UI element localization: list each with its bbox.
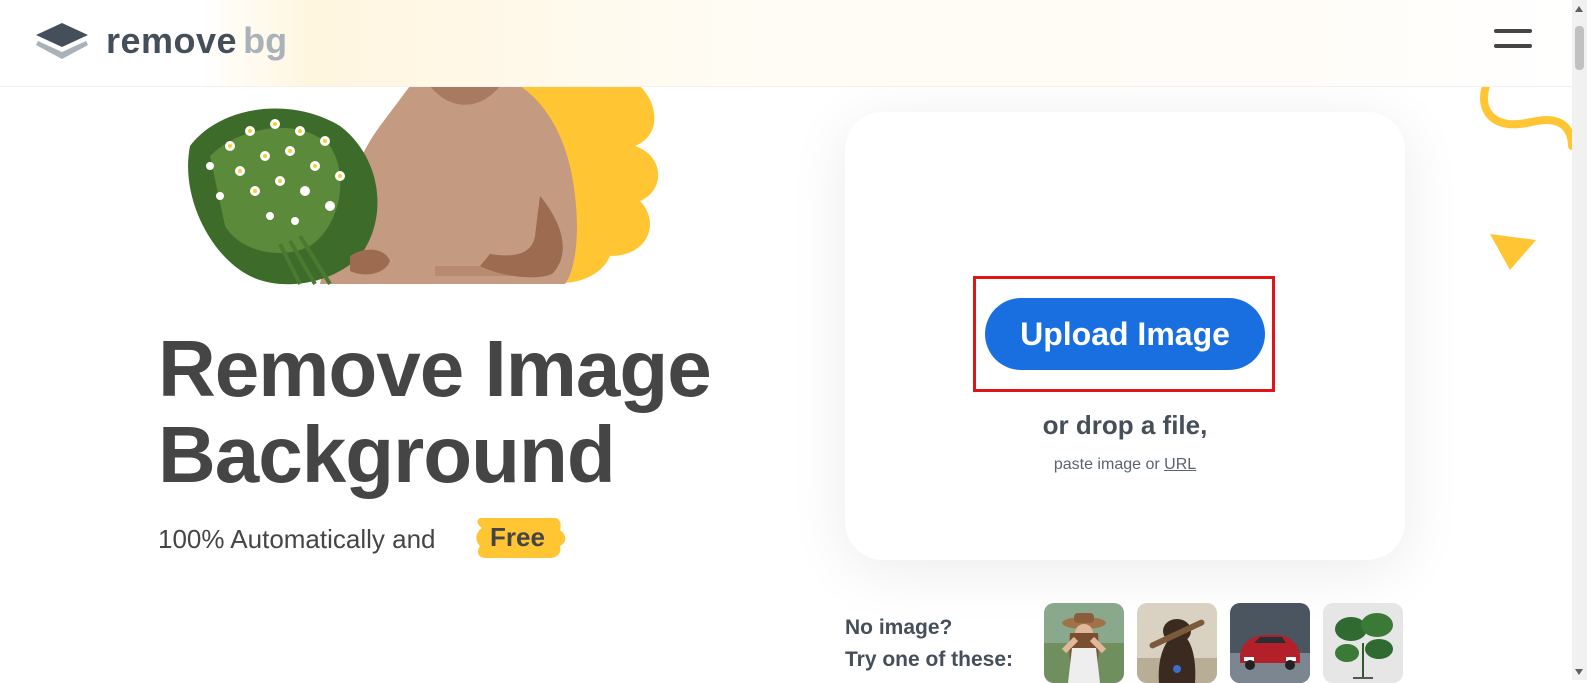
hero-headline: Remove Image Background — [158, 324, 712, 499]
url-link[interactable]: URL — [1164, 456, 1196, 473]
headline-line-2: Background — [158, 410, 616, 499]
sample-thumbnail-plant[interactable] — [1323, 603, 1403, 683]
samples-label: No image? Try one of these: — [845, 612, 1013, 676]
plant-photo-icon — [1323, 603, 1403, 683]
hero-tagline: 100% Automatically and — [158, 524, 436, 554]
scroll-up-arrow-icon[interactable] — [1575, 6, 1583, 12]
logo-word: remove — [106, 20, 238, 61]
red-car-photo-icon — [1230, 603, 1310, 683]
hamburger-menu-icon[interactable] — [1494, 26, 1532, 56]
scroll-down-arrow-icon[interactable] — [1575, 669, 1583, 675]
removebg-logo[interactable]: remove bg — [34, 20, 287, 62]
upload-image-button[interactable]: Upload Image — [985, 298, 1265, 370]
scrollbar-thumb[interactable] — [1575, 26, 1584, 70]
woman-hat-photo-icon — [1044, 603, 1124, 683]
free-badge-label: Free — [490, 522, 545, 552]
sample-thumbnail-dog[interactable] — [1137, 603, 1217, 683]
upload-card[interactable]: Upload Image or drop a file, paste image… — [845, 112, 1405, 560]
paste-prefix: paste image or — [1053, 456, 1160, 473]
dog-photo-icon — [1137, 603, 1217, 683]
vertical-scrollbar[interactable] — [1572, 0, 1587, 680]
top-header: remove bg — [0, 0, 1580, 87]
samples-label-line-2: Try one of these: — [845, 648, 1014, 671]
yellow-triangle-decoration — [1490, 234, 1536, 270]
headline-line-1: Remove Image — [158, 324, 712, 413]
sample-thumbnail-car[interactable] — [1230, 603, 1310, 683]
layers-logo-icon — [36, 23, 88, 59]
samples-label-line-1: No image? — [845, 616, 953, 639]
drop-file-text: or drop a file, — [1042, 410, 1208, 440]
header-background-glow — [200, 0, 1580, 86]
sample-thumbnail-woman[interactable] — [1044, 603, 1124, 683]
paste-image-text: paste image or URL — [845, 456, 1405, 474]
yellow-squiggle-decoration — [1480, 86, 1573, 150]
logo-suffix: bg — [243, 20, 288, 61]
hero-woman-with-flowers-image — [188, 86, 659, 286]
